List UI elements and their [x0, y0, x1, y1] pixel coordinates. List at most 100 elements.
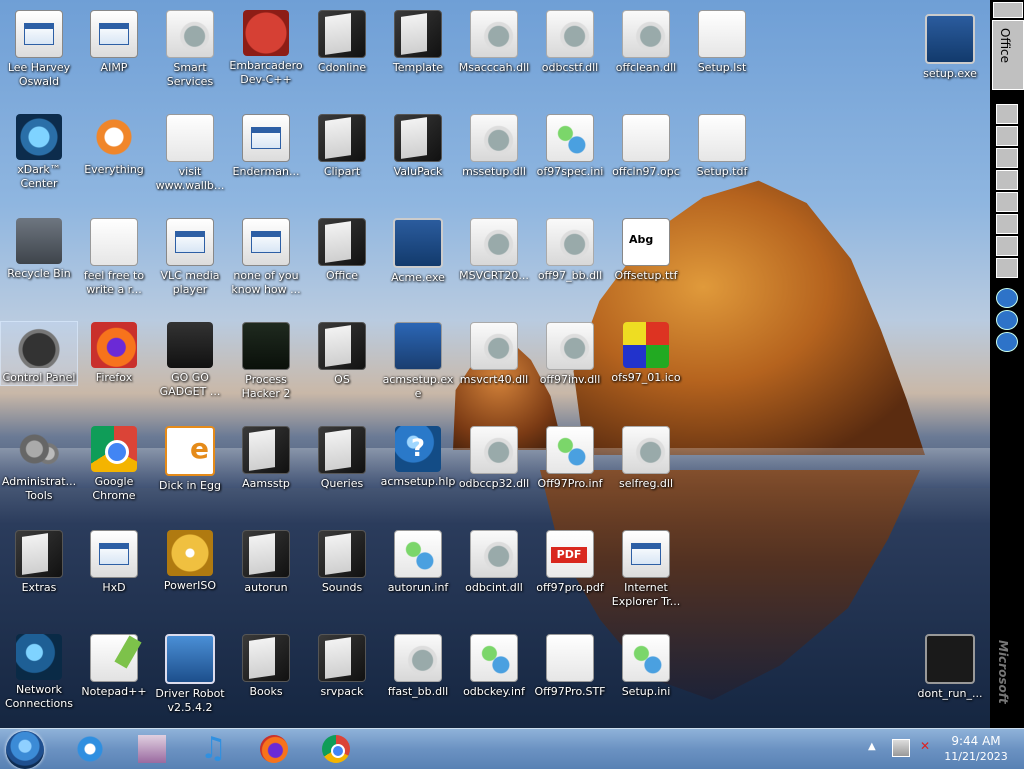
desktop-icon[interactable]: Cdonline — [304, 10, 380, 75]
desktop-icon[interactable]: Administrat... Tools — [1, 426, 77, 503]
internet-explorer-icon[interactable] — [76, 735, 104, 763]
desktop-icon[interactable]: AIMP — [76, 10, 152, 75]
desktop-icon[interactable]: odbcstf.dll — [532, 10, 608, 75]
network-tray-icon[interactable] — [892, 739, 910, 757]
desktop-icon[interactable]: Books — [228, 634, 304, 699]
desktop-icon[interactable]: odbccp32.dll — [456, 426, 532, 491]
desktop-icon[interactable]: ffast_bb.dll — [380, 634, 456, 699]
desktop-icon[interactable]: Everything — [76, 114, 152, 177]
archiver-icon[interactable] — [138, 735, 166, 763]
desktop-icon[interactable]: Sounds — [304, 530, 380, 595]
desktop-icon[interactable]: Google Chrome — [76, 426, 152, 503]
volume-muted-icon[interactable] — [916, 739, 932, 755]
desktop-icon[interactable]: Aamsstp — [228, 426, 304, 491]
task-icon[interactable] — [996, 192, 1018, 212]
desktop-icon[interactable]: HxD — [76, 530, 152, 595]
desktop-icon[interactable]: Queries — [304, 426, 380, 491]
chrome-icon[interactable] — [322, 735, 350, 763]
desktop-icon[interactable]: Template — [380, 10, 456, 75]
desktop-icon[interactable]: offclean.dll — [608, 10, 684, 75]
desktop-icon[interactable]: dont_run_... — [912, 634, 988, 701]
desktop-icon[interactable]: Control Panel — [0, 321, 78, 386]
firefox-icon[interactable] — [260, 735, 288, 763]
desktop-icon[interactable]: acmsetup.exe — [380, 322, 456, 401]
desktop-icon[interactable]: Process Hacker 2 — [228, 322, 304, 401]
desktop-icon[interactable]: Setup.ini — [608, 634, 684, 699]
open-document-icon[interactable] — [996, 126, 1018, 146]
desktop-icon[interactable]: Smart Services — [152, 10, 228, 89]
desktop-icon[interactable]: Msacccah.dll — [456, 10, 532, 75]
desktop-icon[interactable]: MSVCRT20... — [456, 218, 532, 283]
desktop-icon[interactable]: autorun.inf — [380, 530, 456, 595]
note-icon[interactable] — [996, 236, 1018, 256]
desktop-icon[interactable]: offcln97.opc — [608, 114, 684, 179]
desktop-icon[interactable]: Enderman... — [228, 114, 304, 179]
desktop-icon[interactable]: Setup.tdf — [684, 114, 760, 179]
desktop-icon[interactable]: Dick in Egg — [152, 426, 228, 493]
desktop-icon[interactable]: Network Connections — [1, 634, 77, 711]
journal-icon[interactable] — [996, 258, 1018, 278]
desktop-icon-label: odbckey.inf — [463, 685, 525, 698]
desktop-icon-label: Driver Robot v2.5.4.2 — [155, 687, 225, 714]
desktop-icon-label: Enderman... — [232, 165, 300, 178]
calendar-icon[interactable] — [996, 170, 1018, 190]
desktop-icon[interactable]: GO GO GADGET ... — [152, 322, 228, 399]
desktop-icon[interactable]: Office — [304, 218, 380, 283]
new-document-icon[interactable] — [996, 104, 1018, 124]
desktop-icon[interactable]: Off97Pro.inf — [532, 426, 608, 491]
system-clock[interactable]: 9:44 AM 11/21/2023 — [940, 733, 1012, 765]
show-hidden-icons-icon[interactable]: ▲ — [868, 741, 876, 752]
desktop-icon[interactable]: xDark™ Center — [1, 114, 77, 191]
desktop-icon[interactable]: none of you know how ... — [228, 218, 304, 297]
desktop-icon[interactable]: ValuPack — [380, 114, 456, 179]
desktop-icon[interactable]: odbckey.inf — [456, 634, 532, 699]
contact-icon[interactable] — [996, 214, 1018, 234]
desktop-icon[interactable]: Lee Harvey Oswald — [1, 10, 77, 89]
desktop-icon[interactable]: Clipart — [304, 114, 380, 179]
desktop-icon[interactable]: feel free to write a r... — [76, 218, 152, 297]
desktop-icon[interactable]: odbcint.dll — [456, 530, 532, 595]
music-player-icon[interactable] — [200, 731, 228, 766]
desktop-icon[interactable]: Setup.lst — [684, 10, 760, 75]
desktop-icon[interactable]: Offsetup.ttf — [608, 218, 684, 283]
desktop-icon[interactable]: of97spec.ini — [532, 114, 608, 179]
desktop-icon-label: ofs97_01.ico — [611, 371, 681, 384]
desktop-icon[interactable]: VLC media player — [152, 218, 228, 297]
desktop-icon[interactable]: selfreg.dll — [608, 426, 684, 491]
dll-icon — [470, 426, 518, 474]
desktop-icon[interactable]: Firefox — [76, 322, 152, 385]
puzzle-icon — [623, 322, 669, 368]
desktop-icon[interactable]: setup.exe — [912, 14, 988, 81]
desktop-icon[interactable]: ofs97_01.ico — [608, 322, 684, 385]
desktop-icon[interactable]: off97_bb.dll — [532, 218, 608, 283]
desktop-icon[interactable]: off97inv.dll — [532, 322, 608, 387]
desktop-icon[interactable]: Recycle Bin — [1, 218, 77, 281]
office-help-icon[interactable] — [996, 332, 1018, 352]
red-app-icon — [242, 218, 290, 266]
desktop-icon[interactable]: OS — [304, 322, 380, 387]
desktop-icon[interactable]: Acme.exe — [380, 218, 456, 285]
desktop-icon[interactable]: Extras — [1, 530, 77, 595]
start-button[interactable] — [6, 731, 44, 769]
office-help-icon[interactable] — [996, 288, 1018, 308]
new-appointment-icon[interactable] — [996, 148, 1018, 168]
desktop-icon[interactable]: Driver Robot v2.5.4.2 — [152, 634, 228, 715]
dll-icon — [546, 10, 594, 58]
desktop-icon[interactable]: acmsetup.hlp — [380, 426, 456, 489]
desktop-icon[interactable]: msvcrt40.dll — [456, 322, 532, 387]
desktop-icon[interactable]: visit www.wallb... — [152, 114, 228, 193]
office-shortcut-bar[interactable]: Office Microsoft — [990, 0, 1024, 728]
desktop-icon[interactable]: autorun — [228, 530, 304, 595]
office-help-icon[interactable] — [996, 310, 1018, 330]
desktop-icon[interactable]: Embarcadero Dev-C++ — [228, 10, 304, 87]
desktop-icon[interactable]: off97pro.pdf — [532, 530, 608, 595]
office-bar-control-icon[interactable] — [993, 2, 1023, 18]
desktop-icon[interactable]: mssetup.dll — [456, 114, 532, 179]
desktop-icon[interactable]: srvpack — [304, 634, 380, 699]
desktop-icon[interactable]: PowerISO — [152, 530, 228, 593]
desktop-icon[interactable]: Notepad++ — [76, 634, 152, 699]
desktop[interactable]: Lee Harvey Oswald AIMP Smart Services Embar… — [0, 0, 990, 728]
desktop-icon-label: Embarcadero Dev-C++ — [229, 59, 303, 86]
desktop-icon[interactable]: Internet Explorer Tr... — [608, 530, 684, 609]
desktop-icon[interactable]: Off97Pro.STF — [532, 634, 608, 699]
